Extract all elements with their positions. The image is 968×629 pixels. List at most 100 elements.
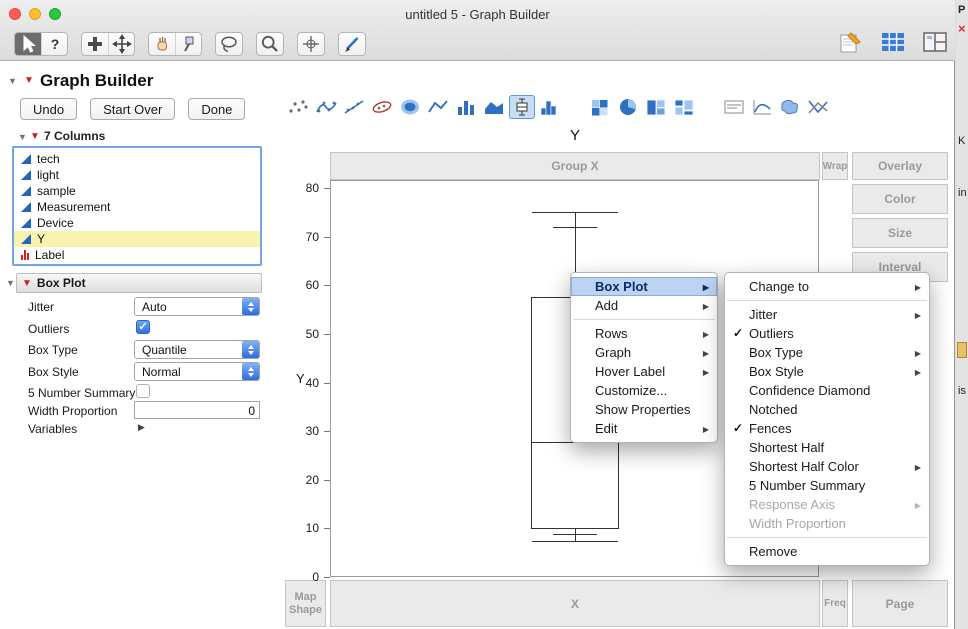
variables-disclosure-icon[interactable]: ▶ [138, 422, 145, 433]
palette-line-icon[interactable] [425, 95, 451, 119]
column-item-tech[interactable]: tech [14, 151, 260, 167]
box-type-combo[interactable]: Quantile [134, 340, 260, 359]
menu-item-outliers[interactable]: ✓ Outliers [725, 324, 929, 343]
menu-item-show-properties[interactable]: Show Properties [571, 400, 717, 419]
disclosure-triangle-icon[interactable]: ▼ [8, 76, 17, 86]
menu-item-shortest-half-color[interactable]: Shortest Half Color ▶ [725, 457, 929, 476]
data-grid-icon[interactable] [876, 29, 910, 57]
palette-treemap-icon[interactable] [643, 95, 669, 119]
palette-smoother-icon[interactable] [313, 95, 339, 119]
drop-zone-map-shape[interactable]: Map Shape [285, 580, 326, 627]
drop-zone-overlay[interactable]: Overlay [852, 152, 948, 180]
palette-map-shapes-icon[interactable] [777, 95, 803, 119]
palette-pie-icon[interactable] [615, 95, 641, 119]
combo-stepper-icon[interactable] [242, 298, 259, 315]
palette-contour-icon[interactable] [397, 95, 423, 119]
red-triangle-menu-icon[interactable]: ▼ [30, 131, 40, 142]
brush-tool[interactable] [175, 33, 201, 55]
grabber-tool[interactable] [149, 33, 175, 55]
outliers-checkbox[interactable]: ✓ [136, 320, 150, 334]
selection-tool[interactable] [82, 33, 108, 55]
menu-item-box-type[interactable]: Box Type ▶ [725, 343, 929, 362]
palette-bar-icon[interactable] [453, 95, 479, 119]
palette-ellipse-icon[interactable] [369, 95, 395, 119]
disclosure-triangle-icon[interactable]: ▼ [18, 132, 27, 142]
menu-item-change-to[interactable]: Change to ▶ [725, 277, 929, 296]
menu-item-shortest-half[interactable]: Shortest Half [725, 438, 929, 457]
palette-parallel-icon[interactable] [805, 95, 831, 119]
box-style-combo[interactable]: Normal [134, 362, 260, 381]
palette-mosaic-icon[interactable] [671, 95, 697, 119]
menu-item-width-proportion[interactable]: Width Proportion [725, 514, 929, 533]
menu-item-graph[interactable]: Graph ▶ [571, 343, 717, 362]
window-layout-icon[interactable] [918, 29, 952, 57]
menu-item-remove[interactable]: Remove [725, 542, 929, 561]
checkmark-icon: ✓ [733, 421, 744, 435]
zoom-tool[interactable] [257, 33, 283, 55]
menu-item-5-number-summary[interactable]: 5 Number Summary [725, 476, 929, 495]
column-item-device[interactable]: Device [14, 215, 260, 231]
menu-item-edit[interactable]: Edit ▶ [571, 419, 717, 438]
menu-item-box-style[interactable]: Box Style ▶ [725, 362, 929, 381]
menu-item-jitter[interactable]: Jitter ▶ [725, 305, 929, 324]
jitter-combo[interactable]: Auto [134, 297, 260, 316]
menu-item-notched[interactable]: Notched [725, 400, 929, 419]
menu-item-box-plot[interactable]: Box Plot ▶ [571, 277, 717, 296]
drop-zone-wrap[interactable]: Wrap [822, 152, 848, 180]
drop-zone-size[interactable]: Size [852, 218, 948, 248]
jmp-data-table-icon[interactable] [834, 29, 868, 57]
palette-histogram-icon[interactable] [537, 95, 563, 119]
menu-item-rows[interactable]: Rows ▶ [571, 324, 717, 343]
help-tool[interactable]: ? [41, 33, 67, 55]
menu-item-hover-label[interactable]: Hover Label ▶ [571, 362, 717, 381]
drop-zone-color[interactable]: Color [852, 184, 948, 214]
menu-item-customize[interactable]: Customize... [571, 381, 717, 400]
5-number-summary-checkbox[interactable] [136, 384, 150, 398]
y-axis-ticks[interactable]: 80 70 60 50 40 30 20 10 0 [286, 180, 330, 584]
menu-item-confidence-diamond[interactable]: Confidence Diamond [725, 381, 929, 400]
palette-area-icon[interactable] [481, 95, 507, 119]
palette-heatmap-icon[interactable] [587, 95, 613, 119]
lasso-tool[interactable] [216, 33, 242, 55]
drop-zone-group-x[interactable]: Group X [330, 152, 820, 180]
graph-title: Y [569, 127, 580, 144]
column-item-y[interactable]: Y [14, 231, 260, 247]
edge-fragment: K [958, 135, 966, 147]
done-button[interactable]: Done [188, 98, 246, 120]
column-item-light[interactable]: light [14, 167, 260, 183]
undo-button[interactable]: Undo [20, 98, 78, 120]
drop-zone-page[interactable]: Page [852, 580, 948, 627]
drop-zone-freq[interactable]: Freq [822, 580, 848, 627]
element-panel-header[interactable]: ▼ Box Plot [16, 273, 262, 293]
tool-group [256, 32, 284, 56]
combo-stepper-icon[interactable] [242, 363, 259, 380]
menu-separator [727, 537, 927, 538]
palette-line-of-fit-icon[interactable] [341, 95, 367, 119]
menu-item-response-axis[interactable]: Response Axis ▶ [725, 495, 929, 514]
palette-points-icon[interactable] [285, 95, 311, 119]
cursor-tool[interactable] [15, 33, 41, 55]
move-tool[interactable] [108, 33, 134, 55]
property-label: Outliers [28, 322, 70, 336]
width-proportion-input[interactable]: 0 [134, 401, 260, 419]
start-over-button[interactable]: Start Over [90, 98, 176, 120]
palette-formula-icon[interactable] [749, 95, 775, 119]
column-label: light [37, 168, 60, 182]
menu-item-label: Change to [749, 279, 809, 294]
crosshair-tool[interactable] [298, 33, 324, 55]
disclosure-triangle-icon[interactable]: ▼ [6, 278, 15, 288]
red-triangle-menu-icon[interactable]: ▼ [24, 75, 34, 86]
column-item-label[interactable]: Label [14, 247, 260, 263]
red-triangle-menu-icon[interactable]: ▼ [22, 278, 32, 289]
annotate-tool[interactable] [339, 33, 365, 55]
column-item-measurement[interactable]: Measurement [14, 199, 260, 215]
column-item-sample[interactable]: sample [14, 183, 260, 199]
columns-list[interactable]: tech light sample Measurement Device Y Label [12, 146, 262, 266]
combo-stepper-icon[interactable] [242, 341, 259, 358]
palette-box-plot-icon[interactable] [509, 95, 535, 119]
y-axis-label[interactable]: Y [296, 371, 305, 386]
menu-item-add[interactable]: Add ▶ [571, 296, 717, 315]
palette-caption-box-icon[interactable] [721, 95, 747, 119]
menu-item-fences[interactable]: ✓ Fences [725, 419, 929, 438]
drop-zone-x[interactable]: X [330, 580, 820, 627]
